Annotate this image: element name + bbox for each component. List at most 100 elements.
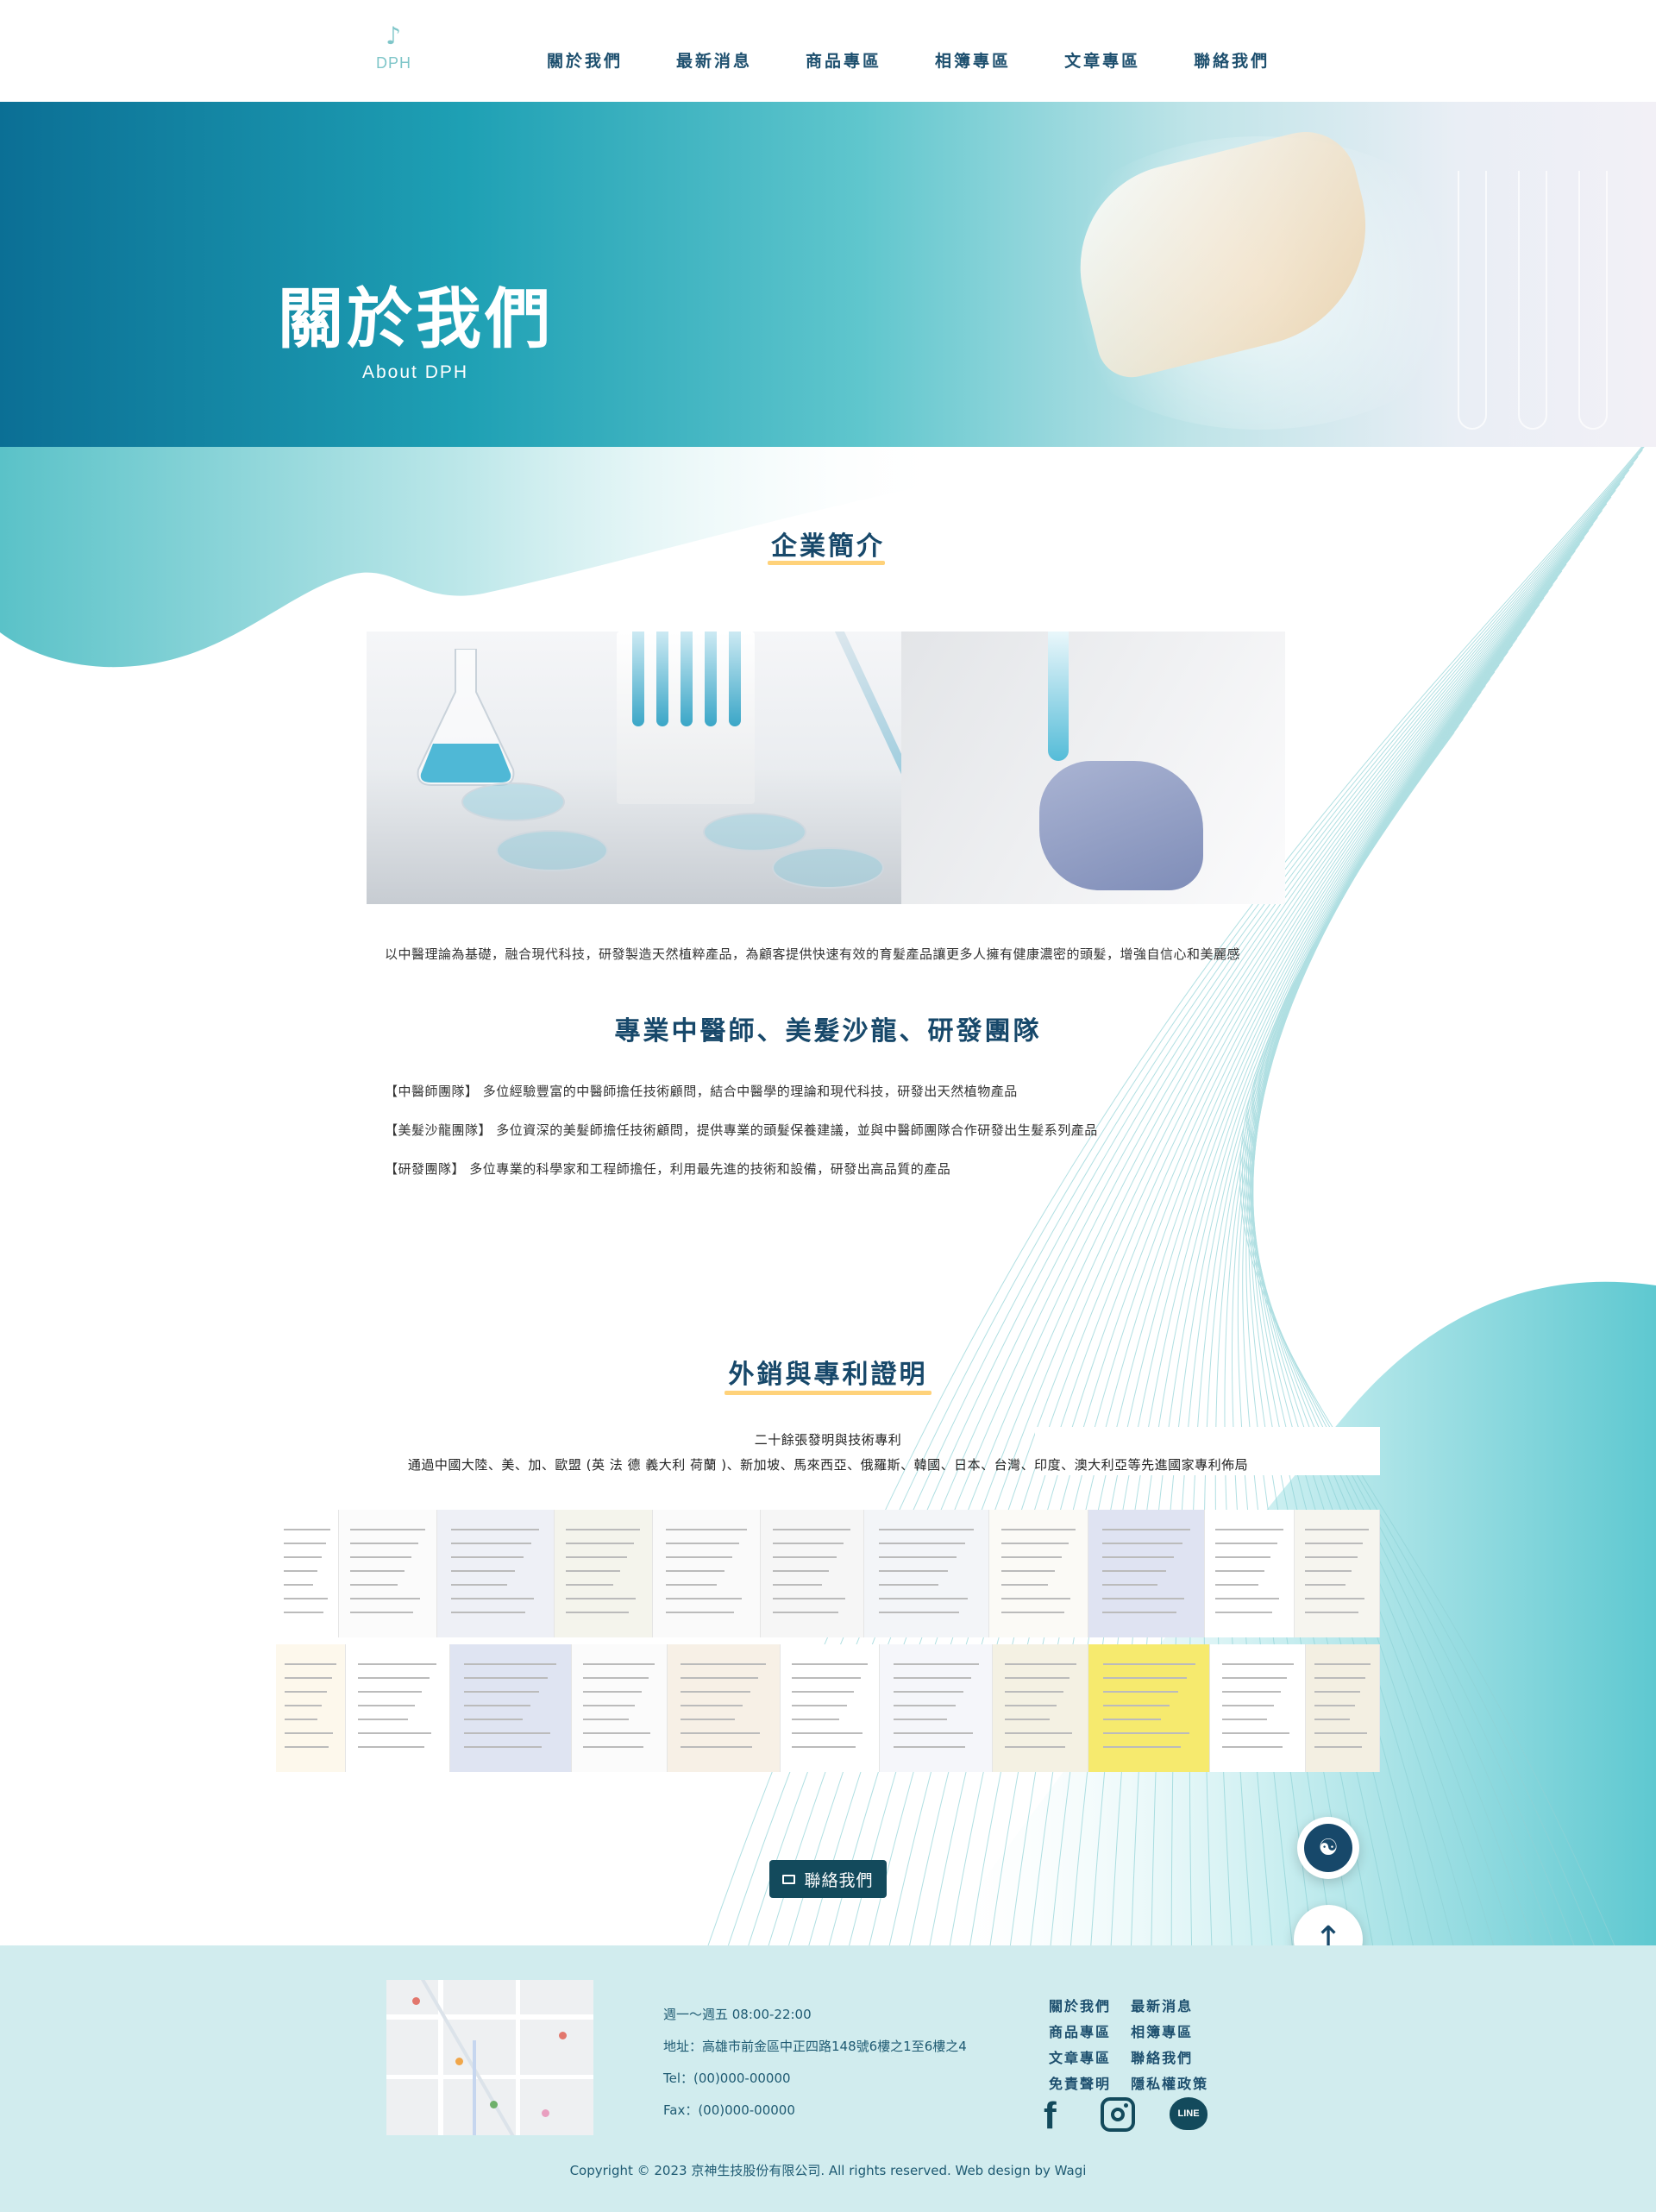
certificate-text-line bbox=[1304, 1570, 1352, 1572]
nav-articles[interactable]: 文章專區 bbox=[1064, 48, 1140, 72]
certificate-text-line bbox=[1314, 1732, 1367, 1734]
certificate-text-line bbox=[464, 1719, 523, 1720]
certificate-thumbnail[interactable] bbox=[276, 1644, 346, 1772]
certificate-text-line bbox=[1304, 1543, 1364, 1544]
map-pin bbox=[455, 2058, 463, 2065]
footer-link-album[interactable]: 相簿專區 bbox=[1131, 2020, 1193, 2041]
rack-tube bbox=[729, 632, 741, 726]
certificate-thumbnail[interactable] bbox=[437, 1510, 555, 1637]
site-logo[interactable]: ♪ DPH bbox=[376, 19, 411, 81]
footer-link-articles[interactable]: 文章專區 bbox=[1049, 2046, 1111, 2067]
certificate-text-line bbox=[284, 1719, 317, 1720]
footer-link-contact[interactable]: 聯絡我們 bbox=[1131, 2046, 1193, 2067]
instagram-dot bbox=[1124, 2103, 1128, 2108]
certificate-text-line bbox=[1221, 1719, 1268, 1720]
certificate-text-line bbox=[773, 1570, 830, 1572]
contact-button-label: 聯絡我們 bbox=[804, 1870, 874, 1890]
certificate-text-line bbox=[1221, 1677, 1288, 1679]
nav-about[interactable]: 關於我們 bbox=[547, 48, 623, 72]
location-map[interactable] bbox=[386, 1980, 593, 2135]
certificate-text-line bbox=[665, 1584, 718, 1586]
footer-link-disclaimer[interactable]: 免責聲明 bbox=[1049, 2072, 1111, 2093]
certificate-thumbnail[interactable] bbox=[760, 1510, 864, 1637]
certificate-thumbnail[interactable] bbox=[449, 1644, 572, 1772]
mail-icon bbox=[782, 1874, 796, 1884]
certificate-text-line bbox=[350, 1598, 421, 1599]
petri-dish bbox=[703, 813, 806, 851]
telephone: Tel：(00)000-00000 bbox=[663, 2071, 791, 2086]
nav-contact[interactable]: 聯絡我們 bbox=[1194, 48, 1270, 72]
certificate-thumbnail[interactable] bbox=[1295, 1510, 1380, 1637]
rack-tube bbox=[681, 632, 693, 726]
certificate-text-line bbox=[358, 1705, 415, 1706]
certificate-text-line bbox=[566, 1556, 627, 1558]
certificate-thumbnail[interactable] bbox=[338, 1510, 438, 1637]
certificate-text-line bbox=[1000, 1543, 1070, 1544]
certificate-text-line bbox=[464, 1732, 550, 1734]
hero-test-tube bbox=[1518, 171, 1547, 430]
nav-album[interactable]: 相簿專區 bbox=[935, 48, 1011, 72]
certificate-text-line bbox=[566, 1584, 613, 1586]
certificate-text-line bbox=[894, 1732, 974, 1734]
certificate-thumbnail[interactable] bbox=[1210, 1644, 1307, 1772]
footer-link-news[interactable]: 最新消息 bbox=[1131, 1995, 1193, 2015]
hero-subtitle: About DPH bbox=[362, 362, 469, 382]
certificate-text-line bbox=[1314, 1691, 1360, 1693]
certificate-text-line bbox=[1215, 1570, 1265, 1572]
rack-tube bbox=[656, 632, 668, 726]
certificate-text-line bbox=[792, 1719, 840, 1720]
certificate-thumbnail[interactable] bbox=[653, 1510, 761, 1637]
footer-link-privacy[interactable]: 隱私權政策 bbox=[1131, 2072, 1208, 2093]
certificate-thumbnail[interactable] bbox=[571, 1644, 668, 1772]
contact-button[interactable]: 聯絡我們 bbox=[769, 1860, 887, 1898]
certificate-text-line bbox=[1103, 1732, 1189, 1734]
line-icon[interactable]: LINE bbox=[1170, 2097, 1208, 2130]
certificate-text-line bbox=[451, 1529, 540, 1530]
certificate-text-line bbox=[1101, 1612, 1176, 1613]
certificate-text-line bbox=[350, 1543, 418, 1544]
certificate-thumbnail[interactable] bbox=[780, 1644, 881, 1772]
floating-chat-button[interactable]: ☯ bbox=[1297, 1817, 1359, 1879]
certificate-text-line bbox=[566, 1543, 634, 1544]
certificate-thumbnail[interactable] bbox=[863, 1510, 990, 1637]
footer-link-products[interactable]: 商品專區 bbox=[1049, 2020, 1111, 2041]
patents-line1: 二十餘張發明與技術專利 bbox=[754, 1432, 902, 1448]
certificate-thumbnail[interactable] bbox=[276, 1510, 339, 1637]
team-title: 專業中醫師、美髮沙龍、研發團隊 bbox=[614, 1016, 1042, 1046]
certificate-thumbnail[interactable] bbox=[1088, 1510, 1206, 1637]
facebook-icon[interactable]: f bbox=[1044, 2097, 1057, 2135]
certificate-text-line bbox=[1101, 1598, 1185, 1599]
certificate-text-line bbox=[878, 1598, 968, 1599]
certificate-text-line bbox=[878, 1612, 959, 1613]
certificate-thumbnail[interactable] bbox=[1306, 1644, 1380, 1772]
certificate-text-line bbox=[878, 1543, 965, 1544]
certificate-text-line bbox=[566, 1598, 636, 1599]
certificate-thumbnail[interactable] bbox=[880, 1644, 994, 1772]
certificate-text-line bbox=[1000, 1598, 1071, 1599]
certificate-text-line bbox=[1101, 1584, 1158, 1586]
map-road bbox=[438, 1980, 443, 2135]
certificate-text-line bbox=[1004, 1732, 1072, 1734]
certificate-thumbnail[interactable] bbox=[1205, 1510, 1295, 1637]
certificate-text-line bbox=[878, 1556, 957, 1558]
certificate-text-line bbox=[566, 1570, 620, 1572]
nav-products[interactable]: 商品專區 bbox=[806, 48, 881, 72]
hero-test-tube bbox=[1578, 171, 1608, 430]
certificate-text-line bbox=[582, 1746, 644, 1748]
certificate-text-line bbox=[358, 1719, 408, 1720]
certificate-thumbnail[interactable] bbox=[554, 1510, 654, 1637]
instagram-icon[interactable] bbox=[1101, 2097, 1135, 2132]
certificate-text-line bbox=[582, 1663, 656, 1665]
intro-lab-image bbox=[367, 632, 1285, 904]
footer-link-about[interactable]: 關於我們 bbox=[1049, 1995, 1111, 2015]
certificate-thumbnail[interactable] bbox=[989, 1510, 1088, 1637]
certificate-thumbnail[interactable] bbox=[345, 1644, 450, 1772]
certificate-thumbnail[interactable] bbox=[993, 1644, 1089, 1772]
certificate-thumbnail[interactable] bbox=[667, 1644, 781, 1772]
certificate-text-line bbox=[358, 1691, 423, 1693]
certificate-row bbox=[276, 1644, 1380, 1772]
certificate-thumbnail[interactable] bbox=[1088, 1644, 1211, 1772]
nav-news[interactable]: 最新消息 bbox=[676, 48, 752, 72]
patents-line2: 通過中國大陸、美、加、歐盟 (英 法 德 義大利 荷蘭 )、新加坡、馬來西亞、俄… bbox=[407, 1457, 1249, 1473]
certificate-text-line bbox=[1215, 1543, 1277, 1544]
